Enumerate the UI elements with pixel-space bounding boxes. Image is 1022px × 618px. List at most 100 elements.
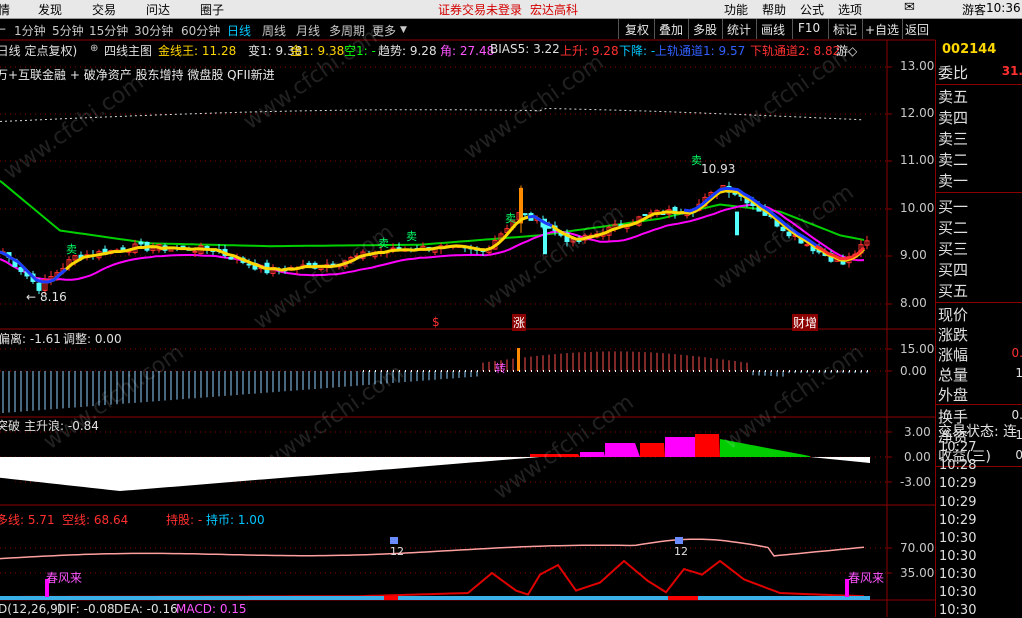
candle-body (192, 250, 198, 253)
spring-label: 春风来 (46, 571, 83, 585)
trend-blue-line (527, 214, 553, 228)
tick-time: 10:30 (939, 567, 977, 582)
watermark-text: www.cfchi.com (709, 180, 858, 295)
candle-body (390, 247, 396, 250)
sell-signal: 卖 (406, 230, 417, 243)
divider (936, 404, 1022, 405)
breakout-bar (695, 434, 720, 457)
trade-status-line: 交易状态: 连 (938, 424, 1018, 440)
y-tick-label: 10.00 (900, 201, 935, 215)
breakout-bar (605, 443, 640, 457)
count-badge (390, 537, 398, 544)
tick-time: 10:29 (939, 513, 977, 528)
stat-label: 涨幅 (938, 346, 969, 364)
buy-level[interactable]: 买二 (938, 217, 968, 238)
stat-label: 外盘 (938, 386, 969, 404)
main-wave-value: 主升浪: -0.84 (24, 419, 99, 433)
macd-name[interactable]: D(12,26,9) (0, 602, 62, 616)
watermark-text: www.cfchi.com (719, 340, 868, 455)
buy-level[interactable]: 买一 (938, 196, 968, 217)
macd-value: MACD: 0.15 (176, 602, 247, 616)
sell-level[interactable]: 卖二 (938, 149, 968, 170)
y-tick-label: 15.00 (900, 342, 935, 356)
count-label: 12 (390, 545, 404, 558)
y-tick-label: 3.00 (904, 425, 931, 439)
candle-body (735, 211, 739, 236)
user-name[interactable]: 游客 (962, 1, 986, 18)
stat-label: 现价 (938, 306, 969, 324)
breakout-bar (580, 452, 605, 457)
buy-level[interactable]: 买三 (938, 238, 968, 259)
spring-label: 春风来 (848, 571, 885, 585)
tick-time: 10:29 (939, 495, 977, 510)
stat-value: 0. (1011, 408, 1022, 422)
kline-chart[interactable]: www.cfchi.com www.cfchi.com www.cfchi.com w… (0, 0, 935, 617)
low-price-label: 8.16 (40, 290, 67, 304)
dividend-marker[interactable]: $ (432, 315, 440, 329)
sell-signal: 卖 (378, 237, 389, 250)
sell-level[interactable]: 卖四 (938, 107, 968, 128)
breakout-bar (665, 437, 695, 457)
sell-level[interactable]: 卖一 (938, 170, 968, 191)
bull-line-value: 多线: 5.71 (0, 513, 55, 527)
watermark-text: www.cfchi.com (239, 20, 388, 135)
low-price-arrow: ← (26, 290, 37, 304)
sell-signal: 卖 (691, 154, 702, 167)
y-tick-label: 70.00 (900, 541, 935, 555)
divider (936, 192, 1022, 193)
y-tick-label: 0.00 (900, 364, 927, 378)
sell-signal: 卖 (505, 212, 516, 225)
buy-level[interactable]: 买四 (938, 259, 968, 280)
watermark-text: www.cfchi.com (39, 340, 188, 455)
bear-line (0, 538, 865, 560)
y-tick-label: 35.00 (900, 566, 935, 580)
dif-value: DIF: -0.08 (57, 602, 115, 616)
sell-level[interactable]: 卖三 (938, 128, 968, 149)
y-tick-label: 9.00 (900, 248, 927, 262)
limit-up-marker[interactable]: 涨 (512, 314, 527, 331)
y-tick-label: 11.00 (900, 153, 935, 167)
bear-line-value: 空线: 68.64 (62, 513, 129, 527)
deviation-value: 偏离: -1.61 (0, 332, 61, 346)
divider (936, 302, 1022, 303)
candle-body (138, 241, 144, 245)
candle-body (228, 256, 234, 260)
watermark-text: www.cfchi.com (0, 70, 149, 185)
breakout-bar (640, 443, 665, 457)
sell-level[interactable]: 卖五 (938, 86, 968, 107)
tick-time: 10:30 (939, 531, 977, 546)
stat-value: 0 (1015, 448, 1022, 462)
watermark-text: www.cfchi.com (479, 200, 628, 315)
y-tick-label: 12.00 (900, 106, 935, 120)
sell-signal: 卖 (66, 243, 77, 256)
tick-time: 10:30 (939, 549, 977, 564)
hold-value: 持股: - (166, 513, 203, 527)
stock-code[interactable]: 002144 (942, 42, 996, 57)
high-price-label: 10.93 (701, 162, 736, 176)
buy-level[interactable]: 买五 (938, 280, 968, 301)
count-badge (675, 537, 683, 544)
watermark-text: www.cfchi.com (249, 220, 398, 335)
adjust-value: 调整: 0.00 (63, 332, 122, 346)
breakout-label: 突破 (0, 419, 21, 433)
tick-time: 10:28 (939, 458, 977, 473)
stat-value: 0. (1011, 346, 1022, 360)
finance-marker[interactable]: 财增 (792, 314, 819, 331)
bull-line (0, 559, 865, 598)
weibi-label: 委比 (938, 64, 969, 82)
bull-bear-pane (0, 537, 870, 600)
trend-blue-line (0, 250, 67, 284)
deviation-bar (517, 348, 520, 371)
stock-code-bar: 002144 (936, 40, 1022, 60)
watermark-text: www.cfchi.com (459, 50, 608, 165)
stat-value: 1 (1015, 366, 1022, 380)
dea-value: DEA: -0.16 (114, 602, 178, 616)
y-tick-label: -3.00 (900, 475, 932, 489)
breakout-area (0, 457, 870, 491)
turn-marker: 转 (495, 362, 506, 375)
tick-time: 10:30 (939, 585, 977, 600)
candle-body (804, 244, 810, 247)
stat-label: 涨跌 (938, 326, 969, 344)
tick-time: 10:29 (939, 476, 977, 491)
candle-body (642, 213, 648, 216)
